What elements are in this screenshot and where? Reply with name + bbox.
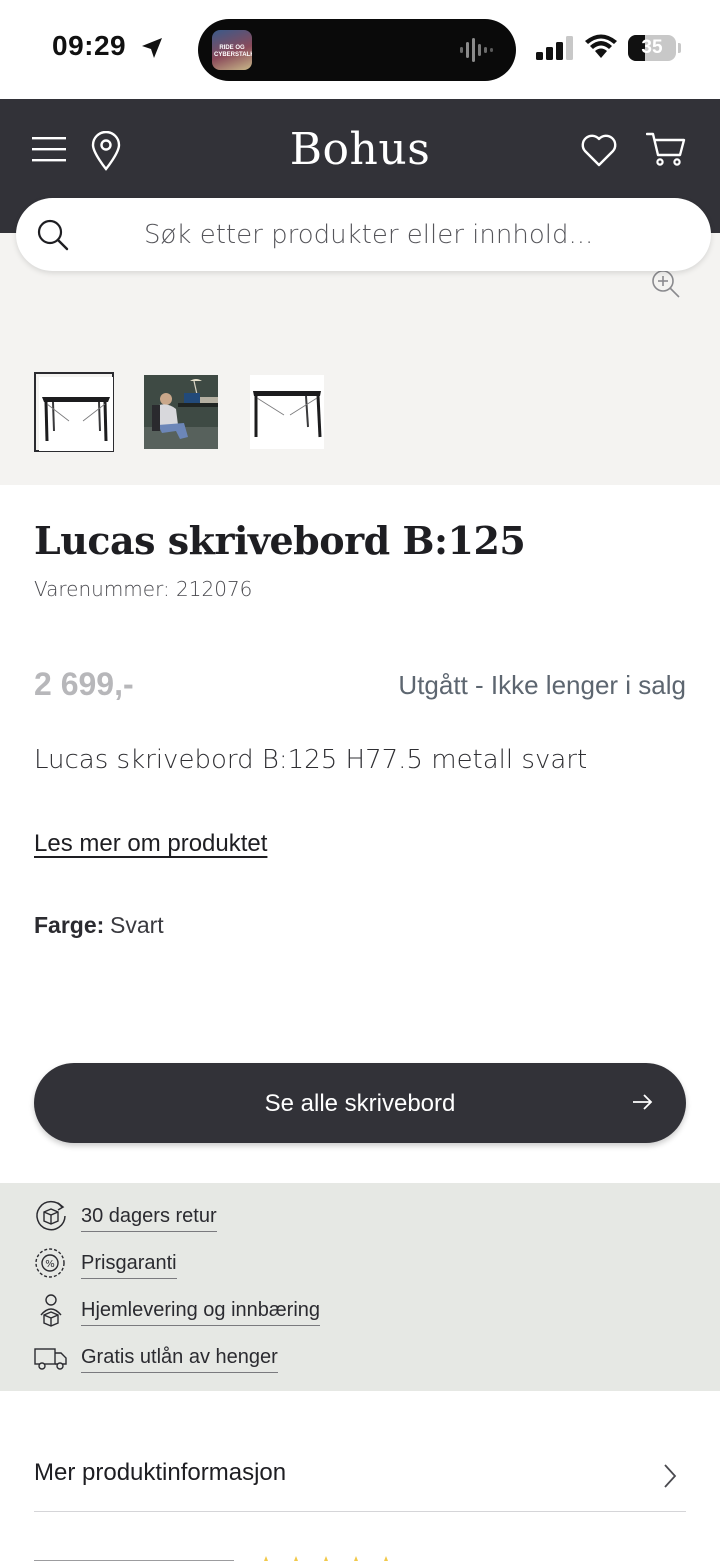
search-icon[interactable] — [36, 218, 70, 252]
gallery-thumbnail-1[interactable] — [34, 372, 114, 452]
cart-icon[interactable] — [646, 130, 686, 168]
rating-stars-partial — [34, 1556, 388, 1561]
audio-waveform-icon — [460, 38, 493, 62]
gallery-thumbnail-3[interactable] — [247, 372, 327, 452]
reviews-row-partial[interactable] — [34, 1550, 686, 1561]
search-input[interactable] — [144, 216, 684, 254]
zoom-in-icon[interactable] — [650, 268, 682, 300]
see-all-desks-button[interactable]: Se alle skrivebord — [34, 1063, 686, 1143]
status-bar: 09:29 RIDE OG CYBERSTALKERE 35 — [0, 0, 720, 99]
desk-in-room-image — [144, 375, 218, 449]
search-bar[interactable] — [16, 198, 711, 271]
read-more-link[interactable]: Les mer om produktet — [34, 830, 267, 858]
battery-percentage: 35 — [641, 37, 663, 58]
gallery-thumbnail-2[interactable] — [141, 372, 221, 452]
color-label: Farge: — [34, 912, 105, 938]
person-carry-box-icon — [40, 1294, 62, 1327]
arrow-right-icon — [633, 1094, 653, 1110]
chevron-right-icon — [664, 1464, 677, 1488]
return-box-icon — [36, 1200, 66, 1231]
trailer-truck-icon — [34, 1348, 67, 1370]
desk-image — [39, 377, 113, 451]
desk-image-alt — [250, 375, 324, 449]
usp-label[interactable]: Prisgaranti — [81, 1252, 177, 1279]
usp-label[interactable]: Hjemlevering og innbæring — [81, 1299, 321, 1326]
dynamic-island[interactable]: RIDE OG CYBERSTALKERE — [198, 19, 516, 81]
now-playing-artwork: RIDE OG CYBERSTALKERE — [212, 30, 252, 70]
heart-icon[interactable] — [580, 132, 618, 168]
cellular-signal-icon — [536, 36, 573, 60]
battery-indicator: 35 — [628, 35, 676, 61]
usp-label[interactable]: Gratis utlån av henger — [81, 1346, 278, 1373]
battery-nub — [678, 43, 681, 53]
status-time: 09:29 — [52, 30, 127, 61]
cta-label: Se alle skrivebord — [264, 1090, 456, 1117]
product-title: Lucas skrivebord B:125 — [34, 518, 526, 563]
color-value: Svart — [110, 912, 164, 938]
product-price: 2 699,- — [34, 666, 134, 702]
location-arrow-icon — [142, 38, 162, 58]
wifi-icon — [585, 34, 617, 58]
product-description: Lucas skrivebord B:125 H77.5 metall svar… — [34, 745, 588, 775]
price-guarantee-icon: % — [35, 1248, 65, 1278]
product-sku: Varenummer: 212076 — [34, 577, 253, 601]
usp-label[interactable]: 30 dagers retur — [81, 1205, 217, 1232]
svg-text:%: % — [45, 1259, 55, 1270]
availability-status: Utgått - Ikke lenger i salg — [398, 670, 686, 700]
more-product-info-row[interactable]: Mer produktinformasjon — [34, 1440, 686, 1512]
accordion-label: Mer produktinformasjon — [34, 1459, 287, 1486]
